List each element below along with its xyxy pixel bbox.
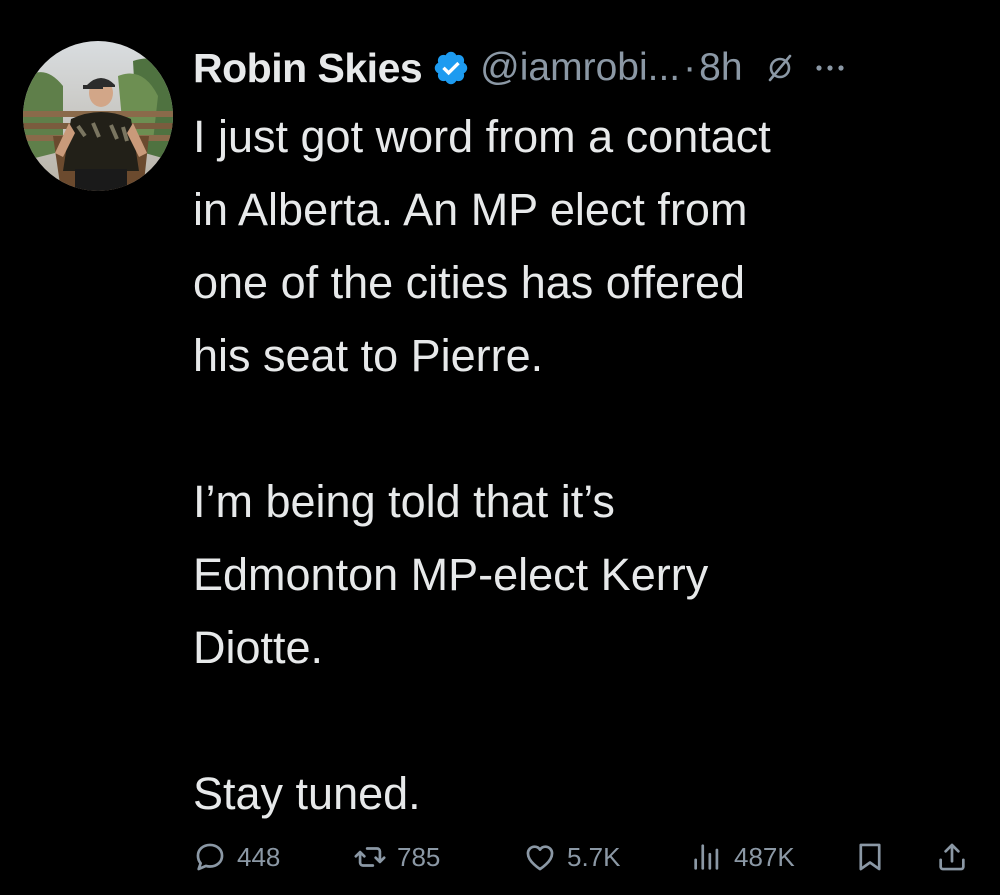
- views-button[interactable]: 487K: [690, 832, 795, 882]
- heart-icon: [523, 840, 557, 874]
- bar-chart-icon: [690, 840, 724, 874]
- like-button[interactable]: 5.7K: [523, 832, 621, 882]
- display-name[interactable]: Robin Skies: [193, 45, 423, 92]
- bookmark-icon: [853, 840, 887, 874]
- tweet-text-line: Edmonton MP-elect Kerry: [193, 549, 709, 600]
- tweet-text-line: I’m being told that it’s: [193, 476, 615, 527]
- tweet-text-line: one of the cities has offered: [193, 257, 746, 308]
- verified-badge-icon: [432, 49, 470, 87]
- grok-icon[interactable]: [765, 53, 795, 83]
- tweet-text: I just got word from a contact in Albert…: [193, 100, 983, 830]
- separator-dot: ·: [683, 46, 697, 89]
- reply-count: 448: [237, 841, 281, 872]
- repost-count: 785: [397, 841, 441, 872]
- reply-bubble-icon: [193, 840, 227, 874]
- post-time[interactable]: 8h: [699, 46, 742, 90]
- tweet-text-line: I just got word from a contact: [193, 111, 771, 162]
- tweet-text-line: Stay tuned.: [193, 768, 421, 819]
- tweet-header: Robin Skies @iamrobi... · 8h: [193, 38, 983, 98]
- views-count: 487K: [734, 841, 795, 872]
- more-dots-icon[interactable]: [813, 51, 847, 85]
- avatar[interactable]: [23, 41, 173, 191]
- repost-button[interactable]: 785: [353, 832, 440, 882]
- action-bar: 448 785 5.7K 487K: [193, 832, 983, 882]
- bookmark-button[interactable]: [853, 832, 887, 882]
- share-button[interactable]: [935, 832, 969, 882]
- tweet-text-line: his seat to Pierre.: [193, 330, 544, 381]
- avatar-photo: [23, 41, 173, 191]
- tweet-card[interactable]: Robin Skies @iamrobi... · 8h I just got …: [0, 0, 1000, 895]
- share-upload-icon: [935, 840, 969, 874]
- like-count: 5.7K: [567, 841, 621, 872]
- tweet-text-line: Diotte.: [193, 622, 324, 673]
- reply-button[interactable]: 448: [193, 832, 280, 882]
- repost-arrows-icon: [353, 840, 387, 874]
- tweet-text-line: in Alberta. An MP elect from: [193, 184, 748, 235]
- author-handle[interactable]: @iamrobi...: [480, 46, 680, 90]
